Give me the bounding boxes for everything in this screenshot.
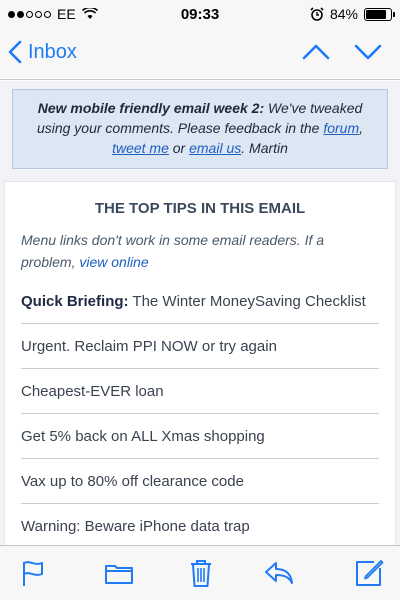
chevron-left-icon <box>8 40 22 64</box>
tweet-link[interactable]: tweet me <box>112 140 169 156</box>
tip-item-briefing[interactable]: Quick Briefing: The Winter MoneySaving C… <box>21 291 379 324</box>
notice-end: . Martin <box>241 140 288 156</box>
reply-icon[interactable] <box>264 558 294 588</box>
battery-label: 84% <box>329 6 358 22</box>
bottom-toolbar <box>0 545 400 600</box>
top-tips-card: THE TOP TIPS IN THIS EMAIL Menu links do… <box>4 181 396 545</box>
briefing-label: Quick Briefing: <box>21 293 129 310</box>
status-right: 84% <box>310 6 395 22</box>
notice-banner: New mobile friendly email week 2: We've … <box>12 89 388 169</box>
view-online-link[interactable]: view online <box>79 254 148 270</box>
battery-level <box>366 9 387 19</box>
subtitle-text: Menu links don't work in some email read… <box>21 232 325 270</box>
chevron-down-icon[interactable] <box>354 40 382 64</box>
briefing-text: The Winter MoneySaving Checklist <box>128 293 366 310</box>
status-bar: EE 09:33 84% <box>0 0 400 28</box>
chevron-up-icon[interactable] <box>302 40 330 64</box>
email-body[interactable]: New mobile friendly email week 2: We've … <box>0 81 400 545</box>
flag-icon[interactable] <box>18 558 48 588</box>
notice-sep: , <box>359 120 364 136</box>
forum-link[interactable]: forum <box>323 120 359 136</box>
battery-icon <box>364 7 395 21</box>
card-title: THE TOP TIPS IN THIS EMAIL <box>94 200 306 217</box>
trash-icon[interactable] <box>186 558 216 588</box>
tip-item[interactable]: Urgent. Reclaim PPI NOW or try again <box>21 324 379 369</box>
tip-item[interactable]: Cheapest-EVER loan <box>21 369 379 414</box>
card-subtitle: Menu links don't work in some email read… <box>21 229 379 273</box>
alarm-icon <box>310 7 324 21</box>
nav-bar: Inbox <box>0 28 400 80</box>
email-link[interactable]: email us <box>189 140 241 156</box>
folder-icon[interactable] <box>104 558 134 588</box>
notice-sep: or <box>168 140 190 156</box>
message-nav <box>302 40 382 64</box>
tip-item[interactable]: Vax up to 80% off clearance code <box>21 459 379 504</box>
tip-item[interactable]: Get 5% back on ALL Xmas shopping <box>21 414 379 459</box>
tip-item[interactable]: Warning: Beware iPhone data trap <box>21 504 379 545</box>
back-label: Inbox <box>28 40 77 63</box>
compose-icon[interactable] <box>354 558 384 588</box>
notice-title: New mobile friendly email week 2: <box>37 100 265 116</box>
back-button[interactable]: Inbox <box>8 40 77 64</box>
